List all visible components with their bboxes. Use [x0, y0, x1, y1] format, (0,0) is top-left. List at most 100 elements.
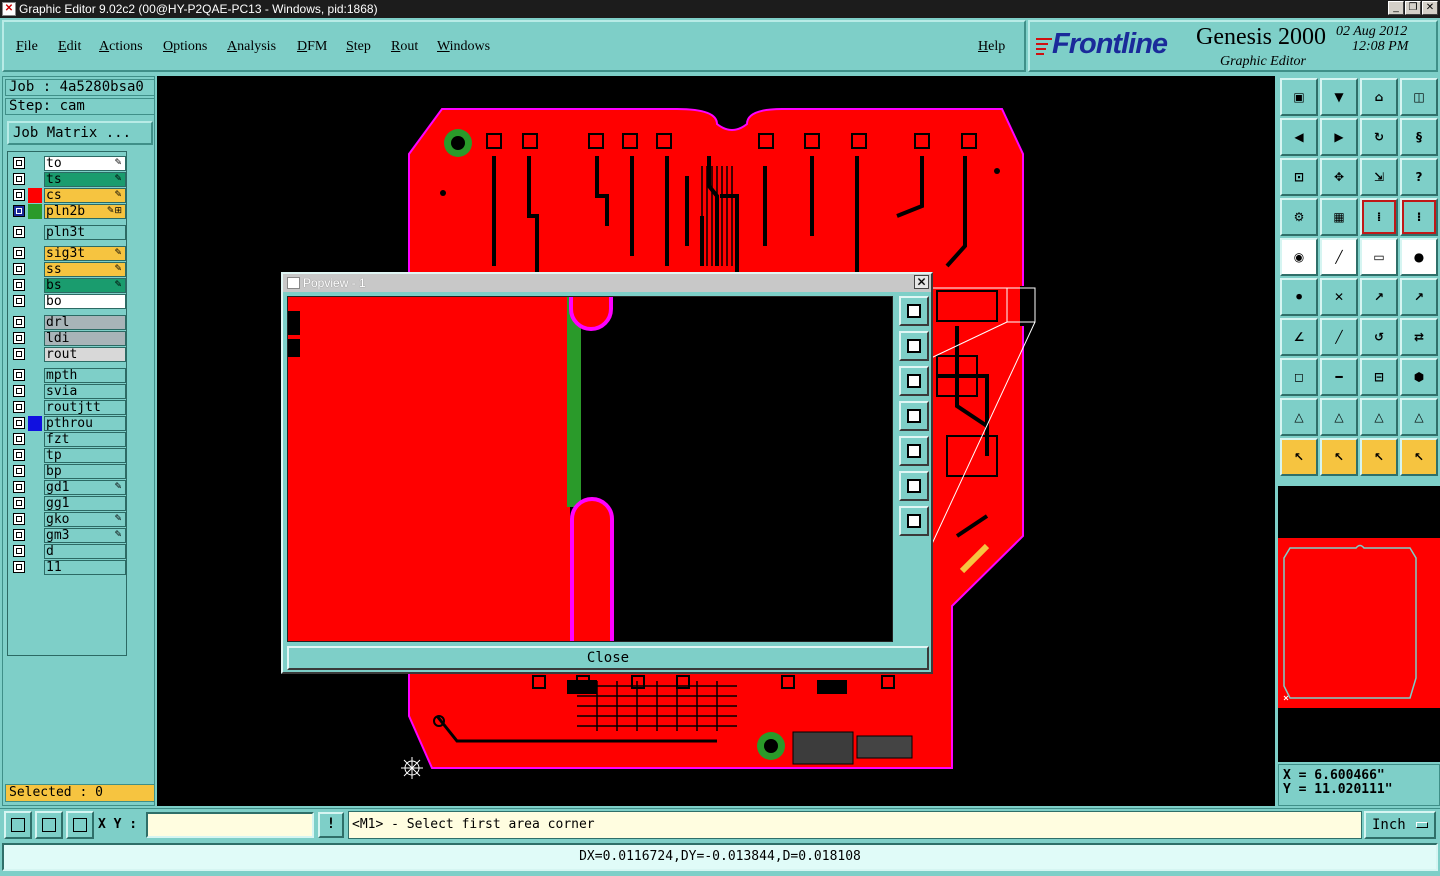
minus-tool-icon[interactable]: ━ [1320, 358, 1358, 396]
layer-checkbox[interactable] [13, 316, 25, 328]
layer-row[interactable]: bs ✎ [10, 278, 126, 293]
angle-tool-icon[interactable]: ∠ [1280, 318, 1318, 356]
layer-checkbox[interactable] [13, 369, 25, 381]
layer-row[interactable]: bp [10, 464, 126, 479]
layer-name[interactable]: pln3t [44, 225, 126, 240]
layer-checkbox[interactable] [13, 513, 25, 525]
draw-line-tool-icon[interactable]: ╱ [1320, 238, 1358, 276]
cross-tool-icon[interactable]: ✕ [1320, 278, 1358, 316]
layer-row[interactable]: pln2b ✎⊞ [10, 204, 126, 219]
ruler-tool-icon[interactable]: ▭ [1360, 238, 1398, 276]
layer-checkbox[interactable] [13, 433, 25, 445]
layer-checkbox[interactable] [13, 263, 25, 275]
connect-tool-icon[interactable]: ↗ [1360, 278, 1398, 316]
layer-row[interactable]: routjtt [10, 400, 126, 415]
layer-name[interactable]: gg1 [44, 496, 126, 511]
node-tool-icon[interactable]: ⚫ [1280, 278, 1318, 316]
move-left-tool-icon[interactable]: ◀ [1280, 118, 1318, 156]
menu-dfm[interactable]: DFM [297, 39, 327, 55]
layer-row[interactable]: mpth [10, 368, 126, 383]
triangle-c-tool-icon[interactable]: △ [1400, 398, 1438, 436]
pointer-box-tool-icon[interactable]: ↖ [1320, 438, 1358, 476]
menu-edit[interactable]: Edit [58, 39, 81, 55]
layer-checkbox[interactable] [13, 348, 25, 360]
help-tool-icon[interactable]: ? [1400, 158, 1438, 196]
grid-tool-icon[interactable]: ▦ [1320, 198, 1358, 236]
layer-name[interactable]: gko ✎ [44, 512, 126, 527]
layer-row[interactable]: sig3t ✎ [10, 246, 126, 261]
layer-row[interactable]: ldi [10, 331, 126, 346]
menu-analysis[interactable]: Analysis [227, 39, 276, 55]
layer-name[interactable]: pthrou [44, 416, 126, 431]
layer-name[interactable]: bo [44, 294, 126, 309]
pointer-select-tool-icon[interactable]: ↖ [1360, 438, 1398, 476]
layer-checkbox[interactable] [13, 189, 25, 201]
popview-close-button[interactable]: Close [287, 646, 929, 670]
layer-checkbox[interactable] [13, 385, 25, 397]
job-matrix-button[interactable]: Job Matrix ... [7, 121, 153, 145]
layer-name[interactable]: ldi [44, 331, 126, 346]
layer-name[interactable]: mpth [44, 368, 126, 383]
layer-checkbox[interactable] [13, 497, 25, 509]
select-feature-tool-icon[interactable]: ◉ [1280, 238, 1318, 276]
layer-row[interactable]: gko ✎ [10, 512, 126, 527]
xy-input[interactable] [146, 812, 314, 838]
popview-tool-zoom-out[interactable] [899, 471, 929, 501]
layer-name[interactable]: bs ✎ [44, 278, 126, 293]
popview-tool-pan-up[interactable] [899, 331, 929, 361]
move-down-tool-icon[interactable]: ▼ [1320, 78, 1358, 116]
layer-checkbox[interactable] [13, 173, 25, 185]
layer-checkbox[interactable] [13, 157, 25, 169]
layer-row[interactable]: pln3t [10, 225, 126, 240]
layer-name[interactable]: rout [44, 347, 126, 362]
layer-row[interactable]: pthrou [10, 416, 126, 431]
layer-compare-tool-icon[interactable]: ⁞ [1360, 198, 1398, 236]
layer-name[interactable]: cs ✎ [44, 188, 126, 203]
layer-checkbox[interactable] [13, 332, 25, 344]
layer-name[interactable]: pln2b ✎⊞ [44, 204, 126, 219]
layer-row[interactable]: d [10, 544, 126, 559]
layer-checkbox[interactable] [13, 295, 25, 307]
triangle-tool-icon[interactable]: △ [1280, 398, 1318, 436]
snake-tool-icon[interactable]: § [1400, 118, 1438, 156]
layer-row[interactable]: cs ✎ [10, 188, 126, 203]
fit-tool-icon[interactable]: ⊡ [1280, 158, 1318, 196]
popview-tool-pan-down[interactable] [899, 366, 929, 396]
layer-name[interactable]: to ✎ [44, 156, 126, 171]
move-right-tool-icon[interactable]: ▶ [1320, 118, 1358, 156]
layer-name[interactable]: bp [44, 464, 126, 479]
popview-canvas[interactable] [287, 296, 893, 642]
connect-alt-tool-icon[interactable]: ↗ [1400, 278, 1438, 316]
layer-name[interactable]: 11 [44, 560, 126, 575]
layer-row[interactable]: gg1 [10, 496, 126, 511]
layer-checkbox[interactable] [13, 561, 25, 573]
layer-name[interactable]: ss ✎ [44, 262, 126, 277]
layer-row[interactable]: svia [10, 384, 126, 399]
layer-name[interactable]: ts ✎ [44, 172, 126, 187]
warning-button[interactable]: ! [318, 812, 344, 838]
layer-checkbox[interactable] [13, 205, 25, 217]
snap-mode-button[interactable] [4, 811, 32, 839]
layer-row[interactable]: gm3 ✎ [10, 528, 126, 543]
layer-row[interactable]: bo [10, 294, 126, 309]
layer-checkbox[interactable] [13, 279, 25, 291]
arc-tool-icon[interactable]: ↺ [1360, 318, 1398, 356]
layer-stack-tool-icon[interactable]: ⁝ [1400, 198, 1438, 236]
popview-tool-zoom-in[interactable] [899, 506, 929, 536]
layer-row[interactable]: gd1 ✎ [10, 480, 126, 495]
layer-row[interactable]: tp [10, 448, 126, 463]
layer-name[interactable]: gd1 ✎ [44, 480, 126, 495]
split-view-tool-icon[interactable]: ◫ [1400, 78, 1438, 116]
pointer-tool-icon[interactable]: ↖ [1280, 438, 1318, 476]
layer-row[interactable]: rout [10, 347, 126, 362]
menu-windows[interactable]: Windows [437, 39, 490, 55]
minimize-button[interactable]: _ [1388, 1, 1404, 15]
layer-name[interactable]: sig3t ✎ [44, 246, 126, 261]
layer-row[interactable]: 11 [10, 560, 126, 575]
home-tool-icon[interactable]: ⌂ [1360, 78, 1398, 116]
layer-checkbox[interactable] [13, 545, 25, 557]
layer-name[interactable]: tp [44, 448, 126, 463]
layer-name[interactable]: drl [44, 315, 126, 330]
popview-tool-fit[interactable] [899, 296, 929, 326]
shapes-tool-icon[interactable]: ⬢ [1400, 358, 1438, 396]
